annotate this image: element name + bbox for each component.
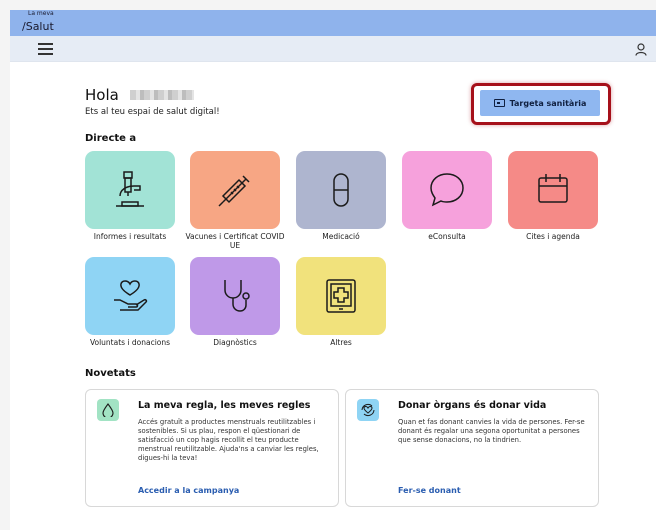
health-card-label: Targeta sanitària [509,98,587,108]
news-icon-box-organs [357,399,379,421]
tile-econsulta[interactable] [402,151,492,229]
tile-label-medicacio: Medicació [322,232,360,241]
tablet-cross-icon [326,279,356,313]
tile-diagnostics[interactable] [190,257,280,335]
app-logo[interactable]: La meva /Salut [22,11,54,33]
news-icon-box-regla [97,399,119,421]
pill-icon [333,173,349,207]
calendar-icon [538,174,568,203]
news-section-title: Novetats [85,368,136,379]
news-body-organs: Quan et fas donant canvies la vida de pe… [398,418,585,444]
drop-icon [102,403,114,417]
stethoscope-icon [224,280,250,312]
nav-bar [10,36,656,62]
news-card-regla: La meva regla, les meves regles Accés gr… [85,389,339,507]
id-card-icon [493,99,505,107]
chat-bubble-icon [430,173,464,207]
tile-label-cites: Cites i agenda [526,232,580,241]
news-title-regla: La meva regla, les meves regles [138,400,311,411]
news-card-organs: Donar òrgans és donar vida Quan et fas d… [345,389,599,507]
news-link-organs[interactable]: Fer-se donant [398,486,461,495]
tile-label-vacunes: Vacunes i Certificat COVID UE [185,232,285,251]
direct-section-title: Directe a [85,133,137,144]
blurred-username [130,90,194,100]
tile-label-altres: Altres [330,338,352,347]
health-card-button[interactable]: Targeta sanitària [480,90,600,116]
news-title-organs: Donar òrgans és donar vida [398,400,547,411]
tile-vacunes[interactable] [190,151,280,229]
tile-label-econsulta: eConsulta [428,232,466,241]
tile-label-diagnostics: Diagnòstics [213,338,257,347]
tile-medicacio[interactable] [296,151,386,229]
greeting-subtitle: Ets al teu espai de salut digital! [85,107,220,117]
syringe-icon [218,175,250,207]
logo-small-text: La meva [28,10,54,17]
tile-cites[interactable] [508,151,598,229]
news-body-regla: Accés gratuït a productes menstruals reu… [138,418,319,462]
tile-label-informes: Informes i resultats [93,232,167,241]
microscope-icon [116,171,144,207]
tile-informes[interactable] [85,151,175,229]
logo-big-text: /Salut [22,20,54,33]
tile-label-voluntats: Voluntats i donacions [89,338,171,347]
news-link-regla[interactable]: Accedir a la campanya [138,486,239,495]
user-icon[interactable] [635,43,647,56]
top-bar [10,10,656,36]
heart-cycle-icon [361,403,375,417]
hand-heart-icon [114,280,148,311]
tile-altres[interactable] [296,257,386,335]
tile-voluntats[interactable] [85,257,175,335]
greeting-title: Hola [85,86,119,104]
menu-icon[interactable] [38,43,53,55]
